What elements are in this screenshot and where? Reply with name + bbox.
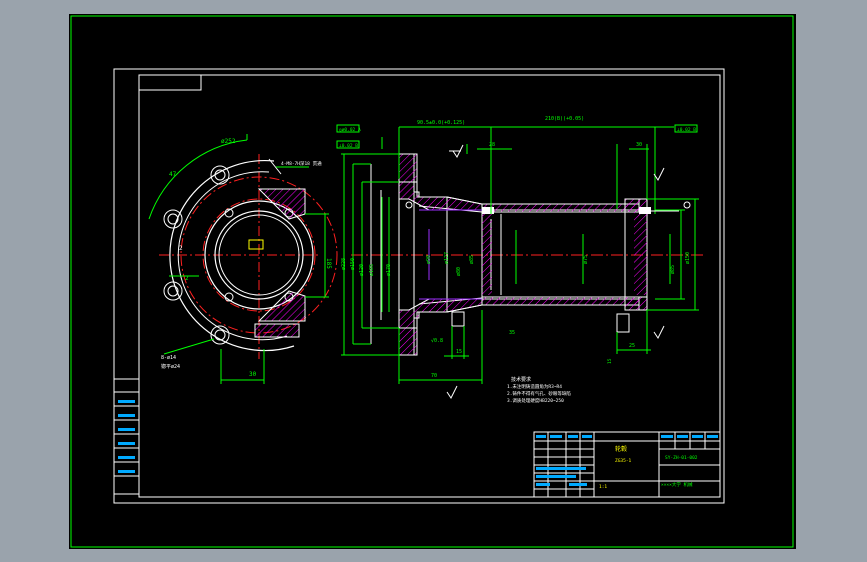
dim-150b: ø150 [685, 252, 691, 264]
dim-bolt-holes: 8-ø14 [161, 355, 176, 361]
dim-tapped-holes: 4-M8-7H深18 贯通 [281, 160, 322, 167]
cad-viewport: ø252 47 2 2 185 30 8-ø14 锪平ø24 4-M8-7H深1… [0, 0, 867, 562]
dim-80: ø80 [456, 267, 462, 276]
dim-170: ø170 [386, 264, 392, 276]
dim-85b: ø85 [670, 265, 676, 274]
end-view[interactable]: ø252 47 2 2 185 30 8-ø14 锪平ø24 4-M8-7H深1… [148, 134, 338, 384]
dim-30: 30 [249, 371, 257, 378]
dim-30b: 30 [636, 142, 642, 148]
drawing-scale: 1:1 [599, 484, 607, 490]
dim-185: 185 [325, 258, 332, 269]
tech-notes: 技术要求 1.未注明铸造圆角为R3~R4 2.铸件不得有气孔、砂眼等缺陷 3.调… [507, 376, 571, 404]
company-name: ××××大学 机械 [661, 481, 693, 488]
dim-2: 2 [185, 275, 189, 282]
dim-spotface: 锪平ø24 [161, 363, 180, 370]
dim-120: ø120 [359, 264, 365, 276]
section-view[interactable]: 90.5±0.0(+0.125) 210(B)(+0.05) ◎ø0.02 A … [336, 116, 704, 399]
notes-title: 技术要求 [511, 376, 531, 383]
datum-a: ◎ø0.02 A [339, 127, 361, 133]
dim-70: 70 [431, 373, 437, 379]
dim-252: ø252 [221, 138, 236, 145]
outer-frame [70, 15, 794, 548]
dim-chamfer: √0.8 [431, 338, 443, 344]
dim-47: 47 [169, 171, 177, 178]
datum-c: ⊥0.02 B [677, 127, 696, 133]
dim-185b: ø185 [369, 264, 375, 276]
datum-b: ⊥0.02 B [339, 143, 358, 149]
dim-15: 15 [456, 349, 462, 355]
drawing-canvas[interactable]: ø252 47 2 2 185 30 8-ø14 锪平ø24 4-M8-7H深1… [69, 14, 796, 549]
dim-25: 25 [629, 343, 635, 349]
dim-35: 35 [509, 330, 515, 336]
notes-line-2: 2.铸件不得有气孔、砂眼等缺陷 [507, 390, 571, 397]
dim-90: ø90 [426, 255, 432, 264]
dim-top-90: 90.5±0.0(+0.125) [417, 120, 465, 126]
side-strip [113, 378, 140, 495]
paper-border [113, 68, 725, 504]
corner-mark [139, 75, 202, 91]
part-name: 轮毂 [615, 445, 627, 453]
dim-thread: 15 [607, 358, 613, 364]
dim-127: ø127 [444, 252, 450, 264]
dim-150a: ø150 [350, 258, 356, 270]
dim-75: ø75 [583, 255, 589, 264]
dim-top-210: 210(B)(+0.05) [545, 116, 584, 122]
title-block[interactable]: 轮毂 ZG35-1 SY-ZH-01-002 1:1 ××××大学 机械 [533, 431, 721, 498]
dim-85: ø85 [469, 255, 475, 264]
dim-28: 28 [489, 142, 495, 148]
drawing-number: SY-ZH-01-002 [665, 455, 698, 461]
notes-line-3: 3.调质处理硬度HB220~250 [507, 397, 564, 404]
drawing-svg: ø252 47 2 2 185 30 8-ø14 锪平ø24 4-M8-7H深1… [70, 15, 794, 548]
dim-4: 2 [179, 245, 183, 252]
part-material: ZG35-1 [615, 458, 632, 464]
notes-line-1: 1.未注明铸造圆角为R3~R4 [507, 383, 562, 390]
dim-228: ø228 [341, 258, 347, 270]
